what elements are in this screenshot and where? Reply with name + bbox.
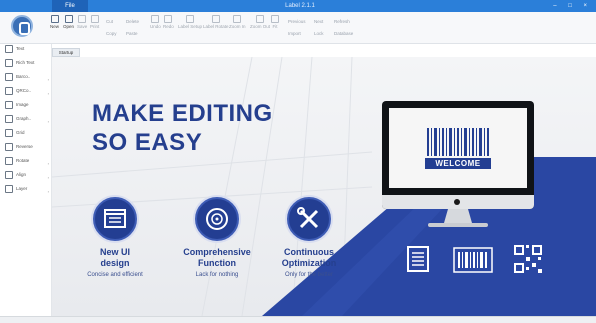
document-icon	[407, 246, 429, 272]
rich-text-icon	[5, 58, 13, 67]
feature-optimization: Continuous Optimization Only for the bett…	[264, 197, 354, 278]
barcode-icon	[453, 247, 493, 273]
label-setup-icon	[186, 15, 195, 23]
qrcode-icon	[514, 245, 542, 273]
new-button[interactable]: New	[50, 15, 59, 29]
label-rotate-button[interactable]: Label Rotate	[203, 15, 229, 29]
image-icon	[5, 100, 13, 109]
zoom-in-icon	[233, 15, 242, 23]
new-file-icon	[50, 15, 59, 23]
undo-icon	[151, 15, 160, 23]
sidebar-item-layer[interactable]: Layer ›	[5, 184, 51, 204]
shape-icon	[5, 114, 13, 123]
power-button-icon	[454, 199, 460, 205]
monitor-stand	[428, 209, 488, 227]
zoom-out-icon	[256, 15, 264, 23]
paste-button[interactable]: Paste	[126, 31, 138, 36]
headline: MAKE EDITING SO EASY	[92, 99, 273, 157]
save-icon	[78, 15, 87, 23]
barcode-graphic	[427, 128, 489, 156]
label-setup-button[interactable]: Label Setup	[178, 15, 202, 29]
next-button[interactable]: Next	[314, 19, 323, 24]
print-icon	[90, 15, 99, 23]
status-bar	[0, 316, 596, 323]
lock-button[interactable]: Lock	[314, 31, 324, 36]
layer-icon	[5, 184, 13, 193]
import-button[interactable]: Import	[288, 31, 301, 36]
rotate-icon	[211, 15, 220, 23]
fit-icon	[271, 15, 279, 23]
startup-canvas: MAKE EDITING SO EASY New UI design Concis…	[52, 57, 596, 316]
undo-button[interactable]: Undo	[150, 15, 161, 29]
rotate-icon	[5, 156, 13, 165]
window-controls[interactable]: – □ ×	[553, 0, 592, 12]
align-icon	[5, 170, 13, 179]
target-icon	[195, 197, 239, 241]
window-title: Label 2.1.1	[285, 3, 315, 9]
feature-comprehensive: Comprehensive Function Lack for nothing	[172, 197, 262, 278]
qrcode-icon	[5, 86, 13, 95]
redo-button[interactable]: Redo	[163, 15, 174, 29]
delete-button[interactable]: Delete	[126, 19, 139, 24]
refresh-button[interactable]: Refresh	[334, 19, 350, 24]
redo-icon	[164, 15, 173, 23]
fit-button[interactable]: Fit	[271, 15, 279, 29]
headline-line-2: SO EASY	[92, 129, 203, 156]
window-icon	[93, 197, 137, 241]
open-button[interactable]: Open	[63, 15, 74, 29]
monitor-illustration: WELCOME	[382, 101, 534, 209]
copy-button[interactable]: Copy	[106, 31, 117, 36]
tools-icon	[287, 197, 331, 241]
zoom-in-button[interactable]: Zoom In	[229, 15, 246, 29]
zoom-out-button[interactable]: Zoom Out	[250, 15, 270, 29]
barcode-icon	[5, 72, 13, 81]
grid-icon	[5, 128, 13, 137]
reverse-icon	[5, 142, 13, 151]
tab-startup-page[interactable]: Startup Page	[52, 48, 80, 63]
previous-button[interactable]: Previous	[288, 19, 306, 24]
feature-new-ui: New UI design Concise and efficient	[70, 197, 160, 278]
save-button[interactable]: Save	[77, 15, 87, 29]
text-icon	[5, 44, 13, 53]
welcome-label: WELCOME	[425, 158, 491, 169]
folder-icon	[64, 15, 73, 23]
cut-button[interactable]: Cut	[106, 19, 113, 24]
print-button[interactable]: Print	[90, 15, 99, 29]
monitor-screen: WELCOME	[389, 108, 527, 188]
app-logo-icon	[11, 15, 33, 37]
database-button[interactable]: Database	[334, 31, 353, 36]
headline-line-1: MAKE EDITING	[92, 100, 273, 127]
file-menu-tab[interactable]: File	[52, 0, 88, 12]
